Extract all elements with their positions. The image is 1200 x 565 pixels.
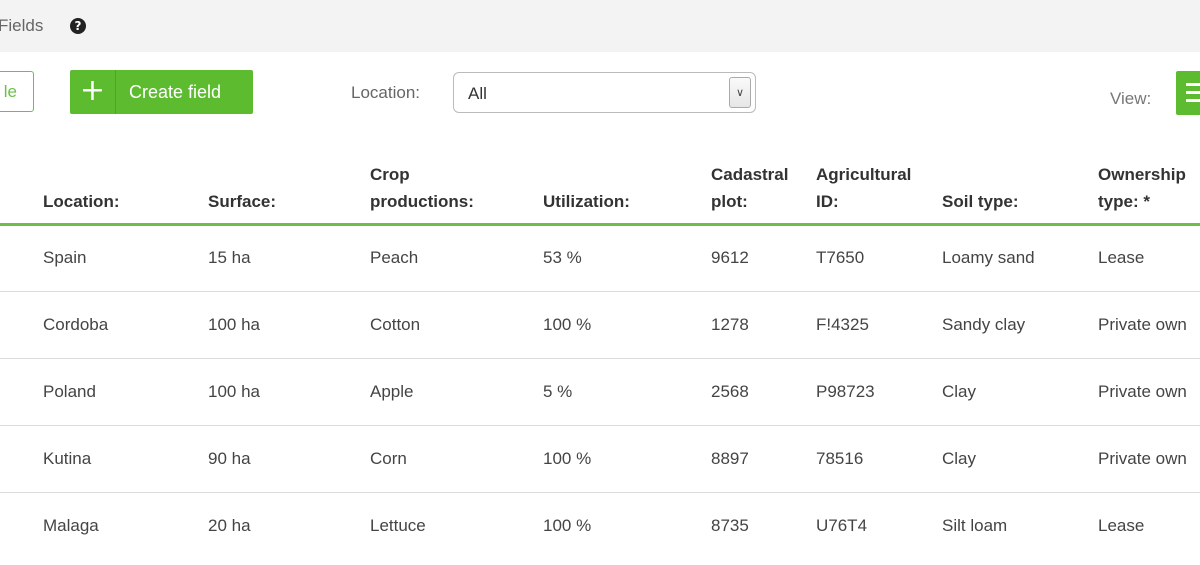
cell-agricultural-id: P98723 xyxy=(816,358,942,426)
cell-soil-type: Clay xyxy=(942,358,1098,426)
cell-location: Poland xyxy=(43,358,208,426)
table-row[interactable]: Malaga 20 ha Lettuce 100 % 8735 U76T4 Si… xyxy=(0,492,1200,559)
column-header-utilization[interactable]: Utilization: xyxy=(543,160,711,226)
partial-outline-button[interactable]: le xyxy=(0,71,34,112)
cell-cadastral-plot: 2568 xyxy=(711,358,816,426)
table-row[interactable]: Kutina 90 ha Corn 100 % 8897 78516 Clay … xyxy=(0,425,1200,493)
cell-ownership-type: Private own xyxy=(1098,425,1200,493)
cell-utilization: 100 % xyxy=(543,291,711,359)
cell-surface: 15 ha xyxy=(208,224,370,292)
column-header-spacer xyxy=(0,160,43,226)
cell-ownership-type: Lease xyxy=(1098,224,1200,292)
cell-crop: Corn xyxy=(370,425,543,493)
table-row[interactable]: Spain 15 ha Peach 53 % 9612 T7650 Loamy … xyxy=(0,224,1200,292)
create-field-button[interactable]: + Create field xyxy=(70,70,253,114)
cell-location: Malaga xyxy=(43,515,99,535)
plus-icon: + xyxy=(70,70,116,114)
cell-surface: 20 ha xyxy=(208,515,251,535)
cell-utilization: 100 % xyxy=(543,515,592,535)
list-view-button[interactable] xyxy=(1176,71,1200,115)
column-header-agricultural-id[interactable]: Agricultural ID: xyxy=(816,160,942,226)
cell-surface: 100 ha xyxy=(208,291,370,359)
cell-soil-type: Sandy clay xyxy=(942,291,1098,359)
table-header-row: Location: Surface: Crop productions: Util… xyxy=(0,160,1200,226)
cell-crop: Peach xyxy=(370,224,543,292)
page-header: Fields ? xyxy=(0,0,1200,52)
list-icon xyxy=(1186,91,1200,94)
help-icon[interactable]: ? xyxy=(70,18,86,34)
column-header-soil-type[interactable]: Soil type: xyxy=(942,160,1098,226)
column-header-ownership-type[interactable]: Ownership type: * xyxy=(1098,160,1200,226)
cell-utilization: 53 % xyxy=(543,224,711,292)
table-row[interactable]: Poland 100 ha Apple 5 % 2568 P98723 Clay… xyxy=(0,358,1200,426)
cell-location: Kutina xyxy=(43,425,208,493)
page-title: Fields xyxy=(0,16,44,35)
cell-agricultural-id: F!4325 xyxy=(816,291,942,359)
column-header-surface[interactable]: Surface: xyxy=(208,160,370,226)
list-icon xyxy=(1186,99,1200,102)
cell-ownership-type: Lease xyxy=(1098,515,1145,535)
cell-utilization: 5 % xyxy=(543,358,711,426)
cell-location: Spain xyxy=(43,224,208,292)
cell-crop: Lettuce xyxy=(370,515,426,535)
column-header-cadastral-plot[interactable]: Cadastral plot: xyxy=(711,160,816,226)
location-select-value: All xyxy=(468,84,487,103)
cell-location: Cordoba xyxy=(43,291,208,359)
cell-ownership-type: Private own xyxy=(1098,291,1200,359)
cell-surface: 90 ha xyxy=(208,425,370,493)
cell-agricultural-id: U76T4 xyxy=(816,515,868,535)
chevron-down-icon[interactable]: ∨ xyxy=(729,77,751,108)
cell-cadastral-plot: 8735 xyxy=(711,515,749,535)
cell-crop: Cotton xyxy=(370,291,543,359)
fields-table: Location: Surface: Crop productions: Util… xyxy=(0,160,1200,559)
cell-soil-type: Loamy sand xyxy=(942,224,1098,292)
cell-cadastral-plot: 1278 xyxy=(711,291,816,359)
column-header-location[interactable]: Location: xyxy=(43,160,208,226)
cell-cadastral-plot: 9612 xyxy=(711,224,816,292)
cell-agricultural-id: 78516 xyxy=(816,425,942,493)
cell-utilization: 100 % xyxy=(543,425,711,493)
cell-crop: Apple xyxy=(370,358,543,426)
column-header-crop-productions[interactable]: Crop productions: xyxy=(370,160,543,226)
cell-cadastral-plot: 8897 xyxy=(711,425,816,493)
cell-soil-type: Clay xyxy=(942,425,1098,493)
cell-soil-type: Silt loam xyxy=(942,515,1008,535)
cell-ownership-type: Private own xyxy=(1098,358,1200,426)
cell-agricultural-id: T7650 xyxy=(816,224,942,292)
table-row[interactable]: Cordoba 100 ha Cotton 100 % 1278 F!4325 … xyxy=(0,291,1200,359)
list-icon xyxy=(1186,83,1200,86)
create-field-label: Create field xyxy=(129,82,222,102)
cell-surface: 100 ha xyxy=(208,358,370,426)
location-filter-label: Location: xyxy=(351,83,420,102)
location-select[interactable]: All ∨ xyxy=(453,72,756,113)
view-label: View: xyxy=(1110,89,1152,108)
